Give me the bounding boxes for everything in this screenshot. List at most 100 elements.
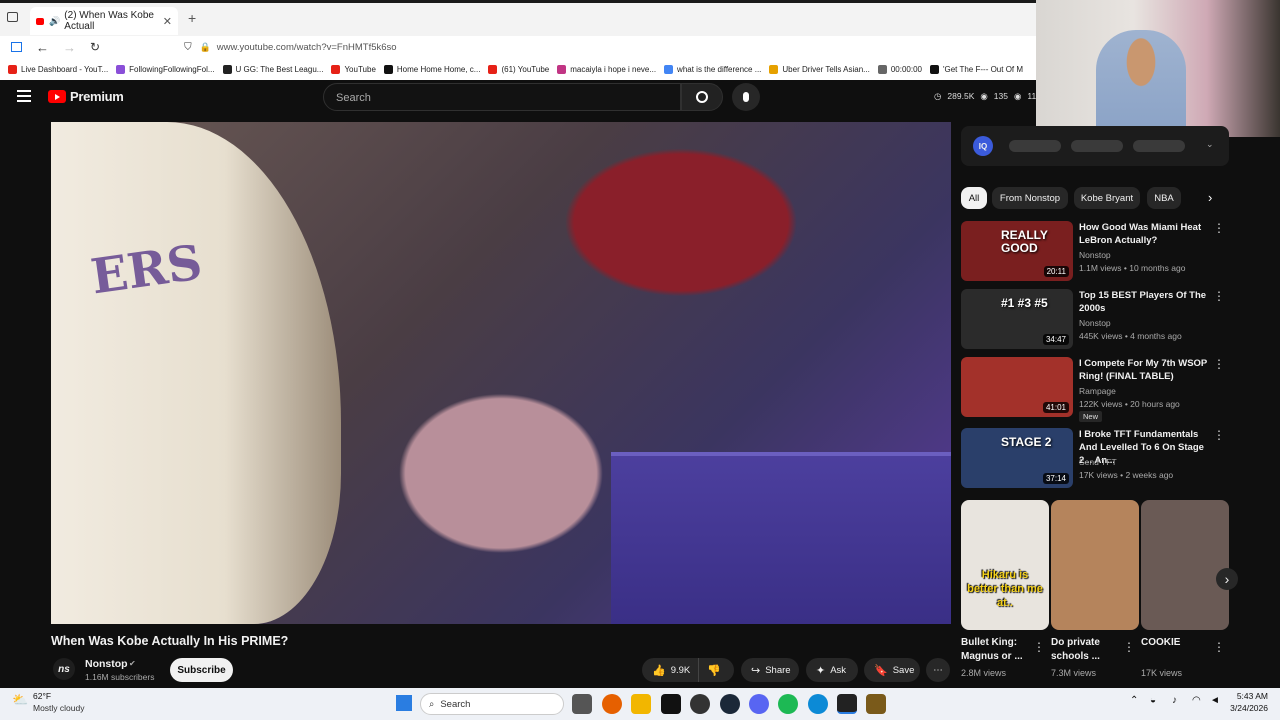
bookmark-item[interactable]: 00:00:00 [877, 64, 922, 74]
speaker-icon[interactable]: 🔊 [49, 16, 60, 27]
weather-desc[interactable]: Mostly cloudy [33, 703, 85, 713]
channel-name[interactable]: Rampage [1079, 386, 1116, 396]
shorts-next-icon[interactable]: › [1216, 568, 1238, 590]
short-thumbnail[interactable]: Hikaru is better than me at.. [961, 500, 1049, 630]
more-vertical-icon[interactable]: ⋮ [1213, 221, 1225, 235]
short-title[interactable]: COOKIE [1141, 636, 1217, 650]
share-button[interactable]: ↪ Share [741, 658, 799, 682]
url-field[interactable]: www.youtube.com/watch?v=FnHMTf5k6so [217, 42, 397, 53]
sidebar-toggle-icon[interactable] [11, 42, 22, 52]
short-thumbnail[interactable] [1051, 500, 1139, 630]
video-thumbnail[interactable]: REALLY GOOD 20:11 [961, 221, 1073, 281]
windows-start-icon[interactable] [396, 695, 412, 711]
short-title[interactable]: Bullet King: Magnus or ... [961, 636, 1037, 664]
bookmark-item[interactable]: YouTube [331, 64, 376, 74]
steam-icon[interactable] [720, 694, 740, 714]
bookmark-item[interactable]: U GG: The Best Leagu... [222, 64, 323, 74]
extension-logo-icon[interactable]: IQ [973, 136, 993, 156]
video-thumbnail[interactable]: 41:01 [961, 357, 1073, 417]
video-title[interactable]: How Good Was Miami Heat LeBron Actually? [1079, 221, 1215, 247]
extension-slot-1[interactable] [1009, 140, 1061, 152]
spotify-icon[interactable] [778, 694, 798, 714]
taskbar-app-w-icon[interactable] [866, 694, 886, 714]
browser-tab[interactable]: 🔊 (2) When Was Kobe Actuall ✕ [30, 7, 178, 35]
microphone-tray-icon[interactable]: ♪ [1172, 695, 1177, 706]
volume-icon[interactable]: ◄ [1210, 695, 1220, 706]
video-thumbnail[interactable]: STAGE 2 37:14 [961, 428, 1073, 488]
short-thumbnail[interactable] [1141, 500, 1229, 630]
subscribe-button[interactable]: Subscribe [170, 658, 233, 682]
new-tab-icon[interactable]: + [188, 10, 196, 26]
more-vertical-icon[interactable]: ⋮ [1213, 289, 1225, 303]
bookmark-item[interactable]: 'Get The F--- Out Of M [929, 64, 1023, 74]
search-input[interactable]: Search [323, 83, 681, 111]
chip-from-nonstop[interactable]: From Nonstop [992, 187, 1068, 209]
more-actions-button[interactable]: ⋯ [926, 658, 950, 682]
recommended-video[interactable]: STAGE 2 37:14 I Broke TFT Fundamentals And… [961, 428, 1229, 492]
bookmark-item[interactable]: macaiyla i hope i neve... [557, 64, 656, 74]
bookmark-item[interactable]: (61) YouTube [488, 64, 549, 74]
tab-list-icon[interactable] [7, 12, 18, 22]
forward-icon[interactable]: → [63, 40, 76, 55]
short-views: 17K views [1141, 668, 1183, 678]
weather-temp[interactable]: 62°F [33, 691, 51, 701]
ask-button[interactable]: ✦ Ask [806, 658, 858, 682]
channel-name[interactable]: Nonstop [1079, 250, 1111, 260]
taskbar-app-x-icon[interactable] [661, 694, 681, 714]
recommended-video[interactable]: 41:01 I Compete For My 7th WSOP Ring! (FI… [961, 357, 1229, 422]
bookmark-item[interactable]: Home Home Home, c... [383, 64, 480, 74]
edge-icon[interactable] [808, 694, 828, 714]
channel-name[interactable]: Nonstop [1079, 318, 1111, 328]
file-explorer-icon[interactable] [631, 694, 651, 714]
recommended-video[interactable]: REALLY GOOD 20:11 How Good Was Miami Heat … [961, 221, 1229, 285]
taskbar-app-n-icon[interactable] [837, 694, 857, 714]
discord-icon[interactable] [749, 694, 769, 714]
tray-chevron-up-icon[interactable]: ⌃ [1130, 695, 1138, 706]
chip-all[interactable]: All [961, 187, 987, 209]
chip-nba[interactable]: NBA [1147, 187, 1181, 209]
extension-slot-3[interactable] [1133, 140, 1185, 152]
chevron-right-icon[interactable]: › [1208, 190, 1212, 205]
video-player[interactable]: ERS [51, 122, 951, 624]
taskbar-app-3-icon[interactable] [690, 694, 710, 714]
dislike-button[interactable]: 👎 [699, 664, 729, 677]
more-vertical-icon[interactable]: ⋮ [1213, 640, 1225, 654]
recommended-video[interactable]: #1 #3 #5 34:47 Top 15 BEST Players Of The … [961, 289, 1229, 353]
more-vertical-icon[interactable]: ⋮ [1213, 357, 1225, 371]
chevron-down-icon[interactable]: ⌄ [1206, 139, 1214, 150]
more-vertical-icon[interactable]: ⋮ [1213, 428, 1225, 442]
short-title[interactable]: Do private schools ... [1051, 636, 1127, 664]
channel-name[interactable]: Nonstop [85, 658, 128, 670]
reload-icon[interactable]: ↻ [90, 40, 100, 54]
network-icon[interactable]: ◒ [1150, 695, 1156, 706]
video-thumbnail[interactable]: #1 #3 #5 34:47 [961, 289, 1073, 349]
bookmark-item[interactable]: FollowingFollowingFol... [116, 64, 215, 74]
firefox-icon[interactable] [602, 694, 622, 714]
search-button[interactable] [681, 83, 723, 111]
shield-icon[interactable]: ⛉ [184, 42, 192, 53]
youtube-logo[interactable]: Premium [48, 89, 124, 104]
close-tab-icon[interactable]: ✕ [163, 15, 172, 28]
more-vertical-icon[interactable]: ⋮ [1033, 640, 1045, 654]
video-title[interactable]: Top 15 BEST Players Of The 2000s [1079, 289, 1215, 315]
back-icon[interactable]: ← [36, 40, 49, 55]
taskbar-search[interactable]: ⌕ Search [420, 693, 564, 715]
channel-avatar[interactable]: ns [53, 658, 75, 680]
taskbar-app-1-icon[interactable] [572, 694, 592, 714]
bookmark-item[interactable]: Live Dashboard - YouT... [8, 64, 108, 74]
voice-search-button[interactable] [732, 83, 760, 111]
menu-icon[interactable] [17, 90, 31, 102]
wifi-icon[interactable]: ◠ [1192, 695, 1201, 706]
chip-kobe-bryant[interactable]: Kobe Bryant [1074, 187, 1140, 209]
taskbar-search-label: Search [440, 698, 471, 710]
clock[interactable]: 5:43 AM 3/24/2026 [1230, 691, 1268, 713]
extension-slot-2[interactable] [1071, 140, 1123, 152]
save-button[interactable]: 🔖 Save [864, 658, 920, 682]
video-title[interactable]: I Compete For My 7th WSOP Ring! (FINAL T… [1079, 357, 1215, 383]
eye-icon-2: ◉ [1013, 91, 1022, 101]
like-button[interactable]: 👍 9.9K [642, 658, 700, 682]
channel-name[interactable]: Send TFT [1079, 457, 1117, 467]
bookmark-item[interactable]: Uber Driver Tells Asian... [769, 64, 870, 74]
more-vertical-icon[interactable]: ⋮ [1123, 640, 1135, 654]
bookmark-item[interactable]: what is the difference ... [664, 64, 761, 74]
